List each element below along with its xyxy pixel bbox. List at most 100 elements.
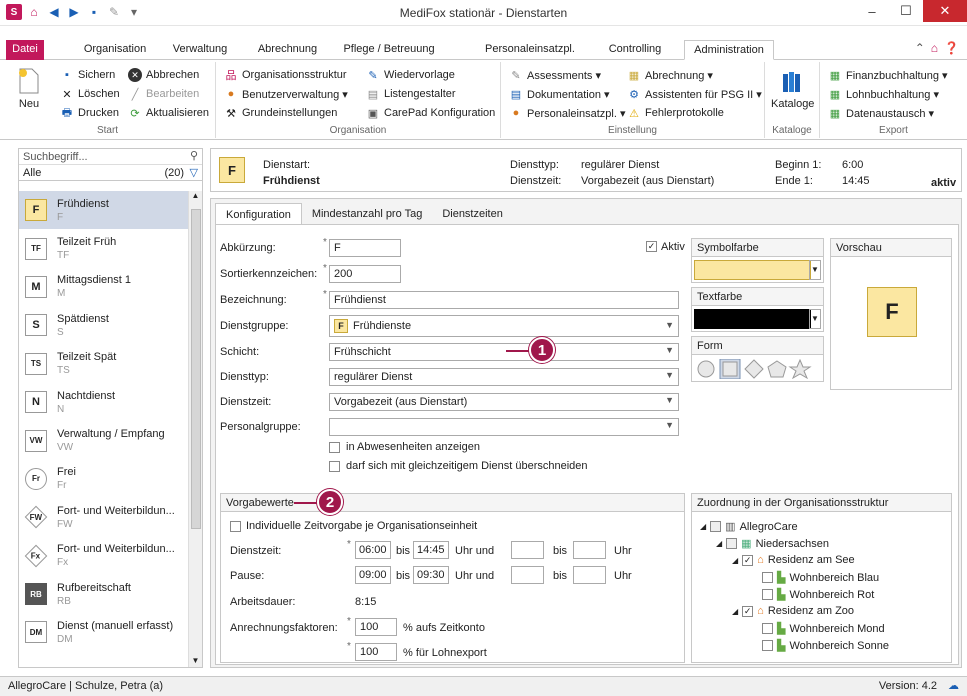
help-icon[interactable]: ❓ <box>944 41 959 55</box>
tree-node-allegrocare[interactable]: ◢ ▥ AllegroCare <box>700 520 798 534</box>
pause2-bis-field[interactable] <box>573 566 606 584</box>
abwesenheiten-checkbox[interactable] <box>329 442 340 453</box>
square-shape-icon[interactable] <box>722 361 738 377</box>
refresh-button[interactable]: ⟳ Aktualisieren <box>128 104 209 122</box>
personaleinsatz-button[interactable]: ● Personaleinsatzpl. ▾ <box>509 104 626 122</box>
symbolfarbe-picker[interactable] <box>694 260 811 280</box>
circle-shape-icon[interactable] <box>697 360 715 378</box>
chevron-down-icon[interactable]: ▼ <box>809 309 821 329</box>
billing-icon: ▦ <box>628 69 640 82</box>
list-item[interactable]: Fr Frei Fr <box>19 460 189 498</box>
minimize-icon[interactable]: – <box>855 0 889 22</box>
dienstzeit2-bis-field[interactable] <box>573 541 606 559</box>
save-button[interactable]: ▪ Sichern <box>60 66 115 84</box>
tab-administration[interactable]: Administration <box>684 40 774 60</box>
benutzerverwaltung-button[interactable]: ● Benutzerverwaltung ▾ <box>224 85 348 103</box>
tree-node-wb-blau[interactable]: ▙ Wohnbereich Blau <box>762 571 879 584</box>
sortierkennzeichen-field[interactable]: 200 <box>329 265 401 283</box>
carepad-button[interactable]: ▣ CarePad Konfiguration <box>366 104 496 122</box>
ueberschneiden-checkbox[interactable] <box>329 461 340 472</box>
dienstzeit2-von-field[interactable] <box>511 541 544 559</box>
diensttyp-select[interactable]: regulärer Dienst ▼ <box>329 368 679 386</box>
tree-node-wb-mond[interactable]: ▙ Wohnbereich Mond <box>762 622 885 635</box>
tab-datei[interactable]: Datei <box>6 40 44 60</box>
dienstzeit-select[interactable]: Vorgabezeit (aus Dienstart) ▼ <box>329 393 679 411</box>
list-item[interactable]: VW Verwaltung / Empfang VW <box>19 421 189 459</box>
close-icon[interactable]: ✕ <box>923 0 967 22</box>
print-button[interactable]: 🖶 Drucken <box>60 104 119 122</box>
zeitkonto-faktor-field[interactable]: 100 <box>355 618 397 636</box>
tree-node-niedersachsen[interactable]: ◢ ▦ Niedersachsen <box>716 537 829 551</box>
list-item[interactable]: RB Rufbereitschaft RB <box>19 575 189 613</box>
list-item[interactable]: Fx Fort- und Weiterbildun... Fx <box>19 537 189 575</box>
dokumentation-button[interactable]: ▤ Dokumentation ▾ <box>509 85 610 103</box>
delete-button[interactable]: ✕ Löschen <box>60 85 119 103</box>
list-item[interactable]: M Mittagsdienst 1M <box>19 268 189 306</box>
collapse-ribbon-icon[interactable]: ⌃ <box>915 41 925 55</box>
tab-konfiguration[interactable]: Konfiguration <box>215 203 302 225</box>
abkuerzung-field[interactable]: F <box>329 239 401 257</box>
tab-pflege[interactable]: Pflege / Betreuung <box>335 40 443 60</box>
edit-button[interactable]: ╱ Bearbeiten <box>128 85 200 103</box>
fehlerprotokolle-button[interactable]: ⚠ Fehlerprotokolle <box>627 104 724 122</box>
tab-dienstzeiten[interactable]: Dienstzeiten <box>432 203 513 225</box>
chevron-down-icon[interactable]: ▼ <box>809 260 821 280</box>
dienstzeit-von-field[interactable]: 06:00 <box>355 541 391 559</box>
dienstzeit-bis-field[interactable]: 14:45 <box>413 541 449 559</box>
pause2-von-field[interactable] <box>511 566 544 584</box>
tab-abrechnung[interactable]: Abrechnung <box>250 40 325 60</box>
textfarbe-picker[interactable] <box>694 309 811 329</box>
aktiv-checkbox[interactable]: ✓ <box>646 241 657 252</box>
wiedervorlage-button[interactable]: ✎ Wiedervorlage <box>366 66 455 84</box>
tree-node-residenz-see[interactable]: ◢ ✓ ⌂ Residenz am See <box>732 554 855 566</box>
list-item[interactable]: TS Teilzeit Spät TS <box>19 345 189 383</box>
pentagon-shape-icon[interactable] <box>767 360 787 378</box>
scroll-thumb[interactable] <box>191 209 201 529</box>
filter-select[interactable]: Alle (20) ▽ <box>19 165 202 181</box>
assistenten-button[interactable]: ⚙ Assistenten für PSG II ▾ <box>627 85 762 103</box>
new-button[interactable]: Neu <box>14 66 44 110</box>
tab-mindestanzahl[interactable]: Mindestanzahl pro Tag <box>302 203 432 225</box>
dienstgruppe-select[interactable]: F Frühdienste ▼ <box>329 315 679 337</box>
list-item[interactable]: FW Fort- und Weiterbildun... FW <box>19 498 189 536</box>
list-item[interactable]: N Nachtdienst N <box>19 383 189 421</box>
tree-node-residenz-zoo[interactable]: ◢ ✓ ⌂ Residenz am Zoo <box>732 605 854 617</box>
ribbon-group-start: Neu ▪ Sichern ✕ Abbrechen ✕ Löschen ╱ Bearbe… <box>0 62 216 138</box>
bezeichnung-field[interactable]: Frühdienst <box>329 291 679 309</box>
tab-personaleinsatz[interactable]: Personaleinsatzpl. <box>480 40 580 60</box>
search-icon[interactable]: ⚲ <box>190 149 198 162</box>
tree-node-wb-rot[interactable]: ▙ Wohnbereich Rot <box>762 588 874 601</box>
lohn-button[interactable]: ▦ Lohnbuchhaltung ▾ <box>828 85 939 103</box>
datenaustausch-button[interactable]: ▦ Datenaustausch ▾ <box>828 104 934 122</box>
home-icon[interactable]: ⌂ <box>931 41 938 55</box>
list-item[interactable]: S Spätdienst S <box>19 306 189 344</box>
individuelle-zeitvorgabe-checkbox[interactable] <box>230 521 241 532</box>
list-item[interactable]: DM Dienst (manuell erfasst) DM <box>19 613 189 651</box>
ribbon-group-export: ▦ Finanzbuchhaltung ▾ ▦ Lohnbuchhaltung ▾ … <box>820 62 967 138</box>
personalgruppe-select[interactable]: ▼ <box>329 418 679 436</box>
tree-node-wb-sonne[interactable]: ▙ Wohnbereich Sonne <box>762 639 889 652</box>
orgstruktur-button[interactable]: 品 Organisationsstruktur <box>224 66 347 84</box>
abrechnung-button[interactable]: ▦ Abrechnung ▾ <box>627 66 713 84</box>
schicht-select[interactable]: Frühschicht ▼ <box>329 343 679 361</box>
tab-organisation[interactable]: Organisation <box>80 40 150 60</box>
assessments-button[interactable]: ✎ Assessments ▾ <box>509 66 601 84</box>
kataloge-button[interactable]: Kataloge <box>771 66 814 110</box>
fibu-button[interactable]: ▦ Finanzbuchhaltung ▾ <box>828 66 948 84</box>
star-shape-icon[interactable] <box>788 359 812 379</box>
search-input[interactable]: Suchbegriff... ⚲ <box>19 149 202 165</box>
filter-icon[interactable]: ▽ <box>190 166 198 179</box>
tab-controlling[interactable]: Controlling <box>600 40 670 60</box>
tab-verwaltung[interactable]: Verwaltung <box>170 40 230 60</box>
list-item[interactable]: F Frühdienst F <box>19 191 189 230</box>
pause-bis-field[interactable]: 09:30 <box>413 566 449 584</box>
pause-von-field[interactable]: 09:00 <box>355 566 391 584</box>
list-item[interactable]: TF Teilzeit Früh TF <box>19 229 189 267</box>
grundeinstellungen-button[interactable]: ⚒ Grundeinstellungen <box>224 104 337 122</box>
lohnexport-faktor-field[interactable]: 100 <box>355 643 397 661</box>
list-scrollbar[interactable]: ▲ ▼ <box>188 191 202 667</box>
listengestalter-button[interactable]: ▤ Listengestalter <box>366 85 456 103</box>
maximize-icon[interactable]: ☐ <box>889 0 923 22</box>
diamond-shape-icon[interactable] <box>744 359 764 379</box>
cancel-button[interactable]: ✕ Abbrechen <box>128 66 199 84</box>
